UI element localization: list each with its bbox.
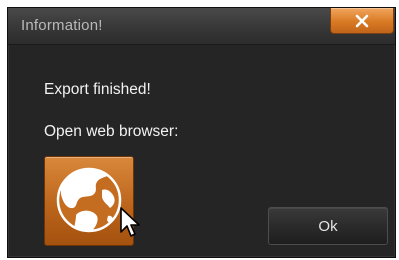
ok-button[interactable]: Ok: [268, 207, 388, 245]
close-icon: [355, 14, 369, 28]
dialog-title: Information!: [21, 17, 103, 34]
globe-icon: [50, 160, 128, 243]
mouse-cursor-icon: [120, 207, 140, 237]
export-status-message: Export finished!: [44, 81, 151, 98]
information-dialog: Information! Export finished! Open web b…: [7, 7, 396, 258]
close-button[interactable]: [330, 8, 394, 34]
open-browser-prompt: Open web browser:: [44, 123, 179, 140]
